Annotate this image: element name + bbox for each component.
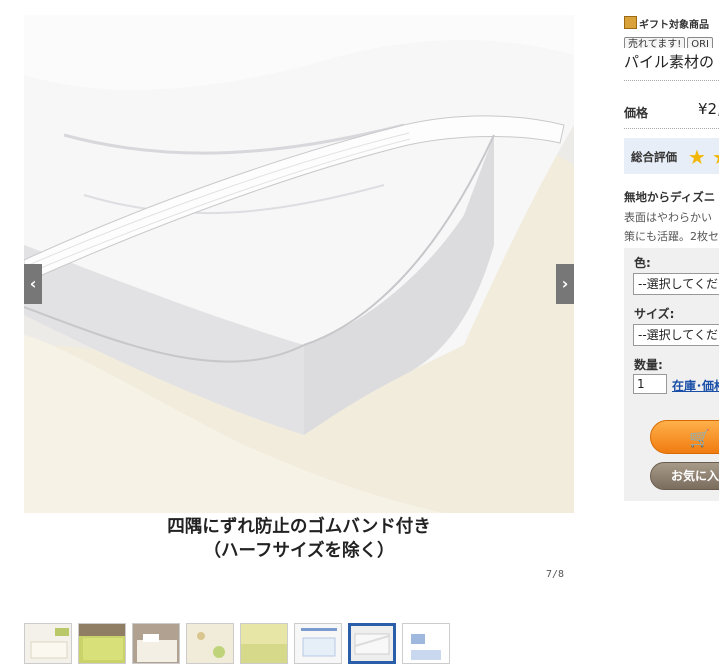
previous-image-button[interactable]: ‹	[24, 264, 42, 304]
product-image-gallery: ‹ › 四隅にずれ防止のゴムバンド付き （ハーフサイズを除く） 7/8	[24, 15, 574, 580]
thumbnail-image	[351, 626, 393, 661]
rating-box[interactable]: 総合評価 ★ ★	[624, 138, 719, 174]
price-value: ¥2,	[698, 102, 719, 118]
image-caption: 四隅にずれ防止のゴムバンド付き （ハーフサイズを除く）	[24, 515, 574, 563]
description-heading: 無地からディズニ	[624, 190, 716, 204]
main-product-image	[24, 15, 574, 513]
gift-label-text: ギフト対象商品	[639, 20, 709, 31]
mattress-pad-photo	[24, 15, 574, 513]
thumbnail-8[interactable]	[402, 623, 450, 664]
cart-icon: 🛒	[689, 429, 711, 449]
thumbnail-image	[295, 624, 341, 663]
star-icon: ★	[688, 145, 706, 169]
rating-label: 総合評価	[631, 150, 677, 164]
thumbnail-4[interactable]	[186, 623, 234, 664]
caption-line-1: 四隅にずれ防止のゴムバンド付き	[167, 517, 431, 537]
description-line: 策にも活躍。2枚セ	[624, 230, 719, 243]
add-to-favorites-button[interactable]: お気に入	[650, 462, 719, 490]
product-title: パイル素材の	[624, 53, 715, 71]
thumbnail-3[interactable]	[132, 623, 180, 664]
original-badge: ORI	[687, 37, 713, 48]
thumbnail-image	[187, 624, 233, 663]
thumbnail-7-active[interactable]	[348, 623, 396, 664]
thumbnail-2[interactable]	[78, 623, 126, 664]
size-label: サイズ:	[634, 307, 675, 321]
star-icon: ★	[712, 145, 719, 169]
thumbnail-image	[25, 624, 71, 663]
thumbnail-5[interactable]	[240, 623, 288, 664]
quantity-label: 数量:	[634, 358, 663, 372]
thumbnail-image	[133, 624, 179, 663]
purchase-options-panel: 色: --選択してくだ サイズ: --選択してくだ 数量: 1 在庫･価格 🛒 …	[624, 248, 719, 501]
next-image-button[interactable]: ›	[556, 264, 574, 304]
thumbnail-image	[79, 624, 125, 663]
divider	[624, 128, 719, 129]
gift-eligible-label: ギフト対象商品	[624, 16, 709, 31]
color-select[interactable]: --選択してくだ	[633, 273, 719, 295]
price-row: 価格 ¥2,	[624, 102, 719, 121]
divider	[624, 80, 719, 81]
color-label: 色:	[634, 256, 651, 270]
gift-box-icon	[624, 16, 637, 29]
thumbnail-image	[241, 624, 287, 663]
bestseller-badge: 売れてます!	[624, 37, 686, 48]
thumbnail-image	[403, 624, 449, 663]
description-line: 表面はやわらかい	[624, 211, 712, 224]
thumbnail-6[interactable]	[294, 623, 342, 664]
size-select[interactable]: --選択してくだ	[633, 324, 719, 346]
badge-row: 売れてます! ORI	[624, 32, 719, 48]
stock-price-link[interactable]: 在庫･価格	[672, 377, 719, 394]
price-label: 価格	[624, 106, 649, 120]
quantity-input[interactable]: 1	[633, 374, 667, 394]
image-counter: 7/8	[546, 569, 565, 580]
thumbnail-1[interactable]	[24, 623, 72, 664]
caption-line-2: （ハーフサイズを除く）	[203, 541, 395, 561]
add-to-cart-button[interactable]: 🛒	[650, 420, 719, 454]
